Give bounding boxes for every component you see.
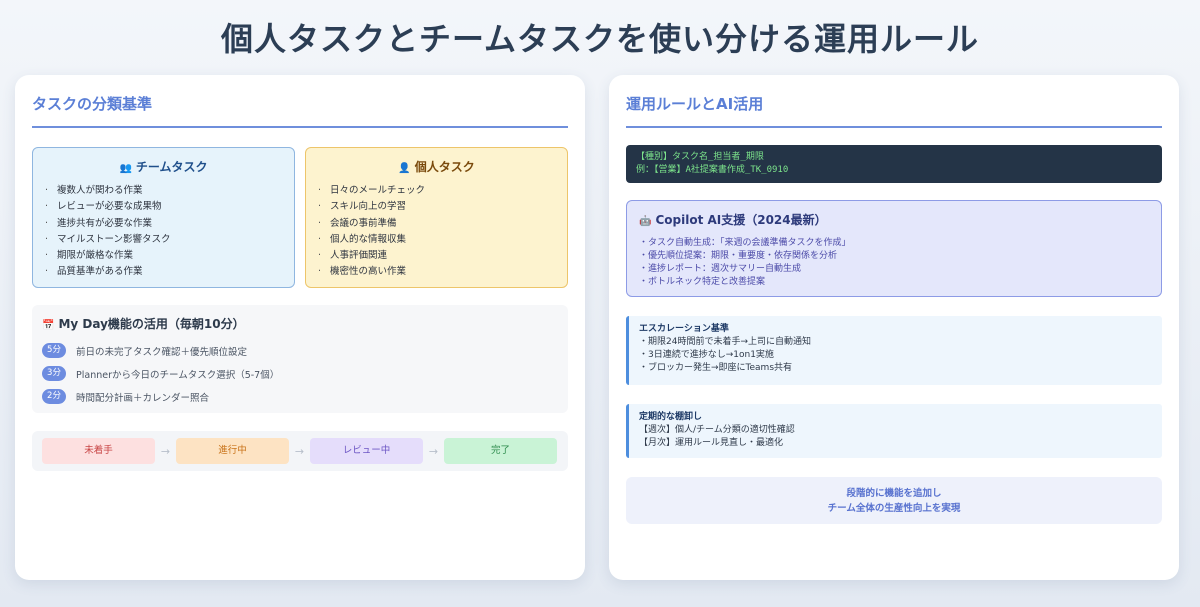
personal-task-label: 個人タスク (414, 160, 475, 174)
my-day-label: My Day機能の活用（毎朝10分） (58, 317, 245, 331)
escalation-title: エスカレーション基準 (639, 324, 729, 334)
list-item: 複数人が関わる作業 (45, 183, 282, 200)
naming-convention-block: 【種別】タスク名_担当者_期限 例：【営業】A社提案書作成_TK_0910 (626, 145, 1162, 183)
status-done: 完了 (444, 438, 557, 464)
copilot-label: Copilot AI支援（2024最新） (655, 213, 827, 227)
team-task-list: 複数人が関わる作業 レビューが必要な成果物 進捗共有が必要な作業 マイルストーン… (45, 183, 282, 281)
my-day-title: 📅 My Day機能の活用（毎朝10分） (42, 315, 558, 332)
list-item: 【月次】運用ルール見直し・最適化 (639, 438, 784, 448)
list-item: 品質基準がある作業 (45, 264, 282, 281)
copilot-title: 🤖 Copilot AI支援（2024最新） (639, 211, 1149, 228)
list-item: 【週次】個人/チーム分類の適切性確認 (639, 425, 795, 435)
summary-box: 段階的に機能を追加し チーム全体の生産性向上を実現 (626, 477, 1162, 524)
list-item: 進捗共有が必要な作業 (45, 216, 282, 233)
personal-task-title: 👤 個人タスク (318, 158, 555, 175)
list-item: マイルストーン影響タスク (45, 232, 282, 249)
time-badge: 2分 (42, 389, 66, 404)
status-in-progress: 進行中 (176, 438, 289, 464)
list-item: 期限が厳格な作業 (45, 248, 282, 265)
classification-panel: タスクの分類基準 👥チームタスク 複数人が関わる作業 レビューが必要な成果物 進… (15, 75, 585, 580)
team-task-title: 👥 チームタスク (45, 158, 282, 175)
list-item: 機密性の高い作業 (318, 264, 555, 281)
review-title: 定期的な棚卸し (639, 412, 703, 422)
team-icon: 👥 (119, 163, 132, 174)
rules-heading: 運用ルールとAI活用 (626, 93, 1162, 128)
arrow-right-icon: → (428, 444, 439, 458)
list-item: ・進捗レポート：週次サマリー自動生成 (639, 264, 802, 274)
my-day-section: 📅 My Day機能の活用（毎朝10分） 5分 前日の未完了タスク確認＋優先順位設… (32, 305, 568, 413)
arrow-right-icon: → (294, 444, 305, 458)
person-icon: 👤 (398, 163, 411, 174)
periodic-review-box: 定期的な棚卸し 【週次】個人/チーム分類の適切性確認 【月次】運用ルール見直し・… (626, 404, 1162, 458)
time-badge: 5分 (42, 343, 66, 358)
step-text: 前日の未完了タスク確認＋優先順位設定 (76, 346, 248, 358)
list-item: ・タスク自動生成：「来週の会議準備タスクを作成」 (639, 238, 851, 248)
naming-format: 【種別】タスク名_担当者_期限 (636, 152, 764, 162)
list-item: レビューが必要な成果物 (45, 199, 282, 216)
list-item: 会議の事前準備 (318, 216, 555, 233)
naming-example: 例：【営業】A社提案書作成_TK_0910 (636, 165, 789, 175)
calendar-icon: 📅 (42, 320, 55, 331)
list-item: ・優先順位提案：期限・重要度・依存関係を分析 (639, 251, 838, 261)
list-item: ・期限24時間前で未着手→上司に自動通知 (639, 337, 811, 347)
my-day-step: 2分 時間配分計画＋カレンダー照合 (42, 385, 558, 408)
robot-icon: 🤖 (639, 216, 652, 227)
arrow-right-icon: → (160, 444, 171, 458)
list-item: 日々のメールチェック (318, 183, 555, 200)
time-badge: 3分 (42, 366, 66, 381)
team-task-card: 👥チームタスク 複数人が関わる作業 レビューが必要な成果物 進捗共有が必要な作業… (32, 147, 295, 288)
list-item: 個人的な情報収集 (318, 232, 555, 249)
step-text: 時間配分計画＋カレンダー照合 (76, 392, 210, 404)
team-task-label: チームタスク (135, 160, 208, 174)
my-day-step: 5分 前日の未完了タスク確認＋優先順位設定 (42, 339, 558, 362)
list-item: ・ボトルネック特定と改善提案 (639, 277, 766, 287)
my-day-step: 3分 Plannerから今日のチームタスク選択（5-7個） (42, 362, 558, 385)
copilot-feature-list: ・タスク自動生成：「来週の会議準備タスクを作成」 ・優先順位提案：期限・重要度・… (639, 237, 1149, 289)
summary-line: 段階的に機能を追加し (846, 488, 942, 499)
list-item: 人事評価関連 (318, 248, 555, 265)
status-in-review: レビュー中 (310, 438, 423, 464)
status-not-started: 未着手 (42, 438, 155, 464)
personal-task-card: 👤個人タスク 日々のメールチェック スキル向上の学習 会議の事前準備 個人的な情… (305, 147, 568, 288)
personal-task-list: 日々のメールチェック スキル向上の学習 会議の事前準備 個人的な情報収集 人事評… (318, 183, 555, 281)
page-title: 個人タスクとチームタスクを使い分ける運用ルール (220, 20, 980, 58)
list-item: ・3日連続で進捗なし→1on1実施 (639, 350, 774, 360)
summary-line: チーム全体の生産性向上を実現 (827, 503, 961, 514)
classification-heading: タスクの分類基準 (32, 93, 568, 128)
list-item: スキル向上の学習 (318, 199, 555, 216)
rules-panel: 運用ルールとAI活用 【種別】タスク名_担当者_期限 例：【営業】A社提案書作成… (609, 75, 1179, 580)
status-flow: 未着手 → 進行中 → レビュー中 → 完了 (32, 431, 568, 471)
escalation-criteria-box: エスカレーション基準 ・期限24時間前で未着手→上司に自動通知 ・3日連続で進捗… (626, 316, 1162, 385)
list-item: ・ブロッカー発生→即座にTeams共有 (639, 363, 793, 373)
copilot-card: 🤖 Copilot AI支援（2024最新） ・タスク自動生成：「来週の会議準備タ… (626, 200, 1162, 297)
step-text: Plannerから今日のチームタスク選択（5-7個） (76, 369, 280, 381)
